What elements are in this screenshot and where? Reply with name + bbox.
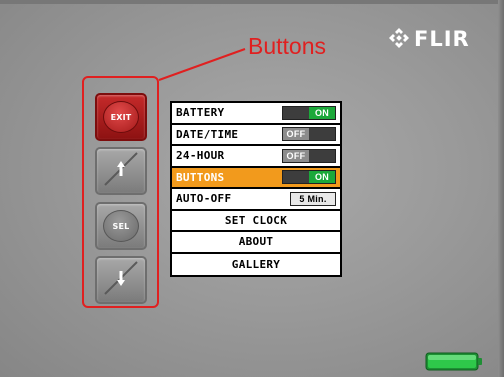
toggle-track xyxy=(309,149,335,162)
select-button-label: SEL xyxy=(112,221,130,231)
menu-item-about[interactable]: ABOUT xyxy=(172,232,340,254)
toggle-track xyxy=(309,128,335,141)
menu-item-label: AUTO-OFF xyxy=(176,192,232,206)
toggle-state: ON xyxy=(309,171,335,184)
toggle-state: ON xyxy=(309,106,335,119)
exit-button[interactable]: EXIT xyxy=(95,93,147,141)
down-button[interactable] xyxy=(95,256,147,304)
menu-item-battery[interactable]: BATTERY ON xyxy=(172,103,340,125)
annotation-label: Buttons xyxy=(248,33,326,59)
toggle-track xyxy=(283,171,309,184)
menu-item-gallery[interactable]: GALLERY xyxy=(172,254,340,276)
24-hour-toggle[interactable]: OFF xyxy=(282,148,336,163)
menu-item-label: 24-HOUR xyxy=(176,149,225,163)
menu-item-24-hour[interactable]: 24-HOUR OFF xyxy=(172,146,340,168)
menu-item-buttons[interactable]: BUTTONS ON xyxy=(172,167,340,189)
battery-toggle[interactable]: ON xyxy=(282,105,336,120)
arrow-down-icon xyxy=(99,258,143,302)
menu-item-auto-off[interactable]: AUTO-OFF 5 Min. xyxy=(172,189,340,211)
auto-off-value[interactable]: 5 Min. xyxy=(290,191,336,206)
menu-item-label: SET CLOCK xyxy=(224,213,288,227)
date-time-toggle[interactable]: OFF xyxy=(282,127,336,142)
battery-full-icon xyxy=(425,350,483,372)
menu-item-label: DATE/TIME xyxy=(176,127,239,141)
menu-item-label: ABOUT xyxy=(238,235,274,249)
menu-item-label: GALLERY xyxy=(231,257,281,271)
arrow-up-icon xyxy=(99,149,143,193)
select-button[interactable]: SEL xyxy=(95,202,147,250)
toggle-track xyxy=(283,106,309,119)
select-button-face: SEL xyxy=(103,210,139,242)
menu-item-date-time[interactable]: DATE/TIME OFF xyxy=(172,125,340,146)
buttons-toggle[interactable]: ON xyxy=(282,170,336,185)
camera-screen: FLIR Buttons EXIT SEL BATTERY ON DATE/TI… xyxy=(0,0,504,377)
exit-button-label: EXIT xyxy=(110,112,132,122)
menu-item-set-clock[interactable]: SET CLOCK xyxy=(172,211,340,232)
up-button[interactable] xyxy=(95,147,147,195)
toggle-state: OFF xyxy=(283,149,309,162)
settings-menu: BATTERY ON DATE/TIME OFF 24-HOUR OFF BUT… xyxy=(170,101,342,277)
toggle-state: OFF xyxy=(283,128,309,141)
menu-item-label: BUTTONS xyxy=(176,170,225,184)
exit-button-face: EXIT xyxy=(103,101,139,133)
menu-item-label: BATTERY xyxy=(176,106,225,120)
